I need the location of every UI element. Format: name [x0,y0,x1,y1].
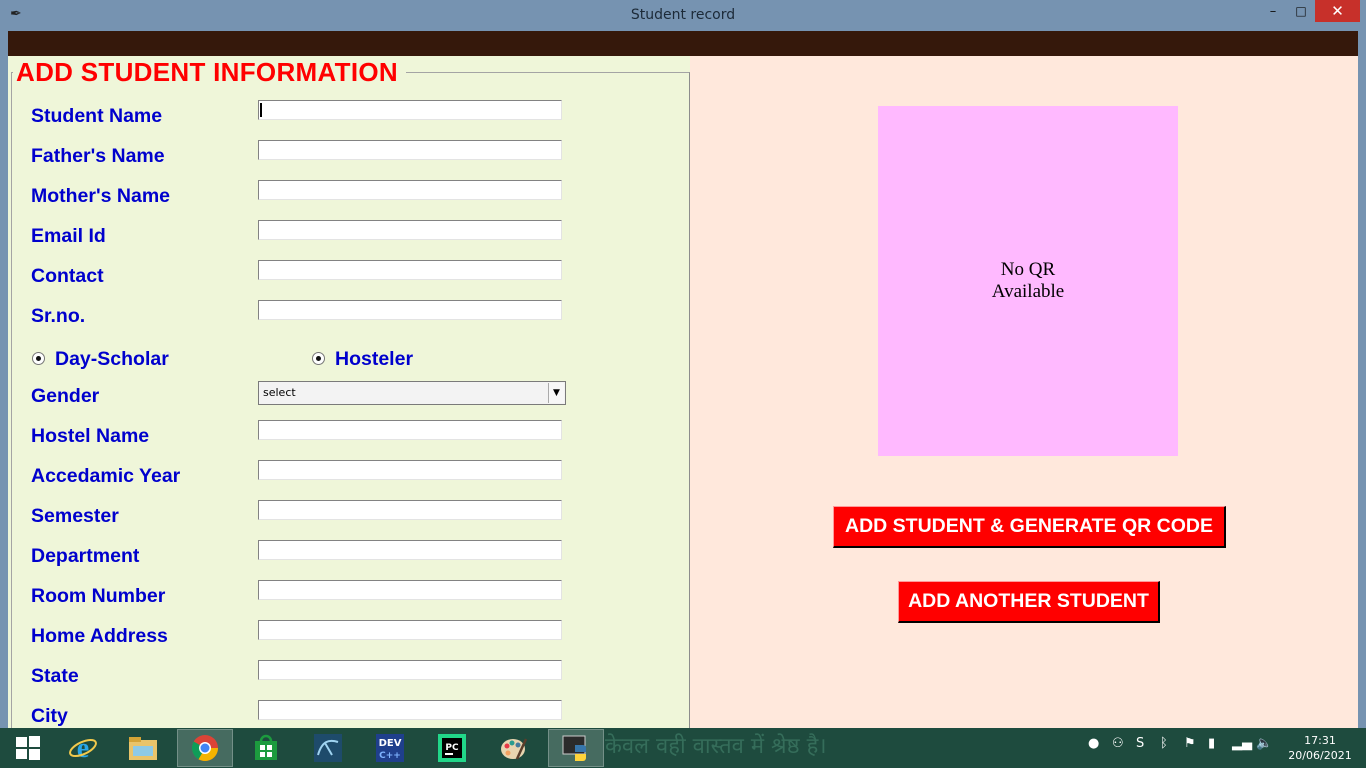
qr-panel: No QR Available ADD STUDENT & GENERATE Q… [690,56,1358,728]
svg-text:C++: C++ [379,751,401,761]
menu-bar [8,31,1358,56]
close-button[interactable]: ✕ [1315,0,1360,22]
window-frame-right [1358,31,1366,728]
department-input[interactable] [258,540,562,560]
contact-input[interactable] [258,260,562,280]
signal-icon[interactable]: ▂▄ [1232,736,1252,751]
day-scholar-radio[interactable] [32,352,45,365]
student-name-input[interactable] [258,100,562,120]
hosteler-label[interactable]: Hosteler [335,348,413,370]
minimize-button[interactable]: – [1259,0,1287,22]
skype-icon[interactable]: S [1136,736,1144,751]
state-label: State [31,665,79,687]
internet-explorer-icon[interactable]: e [55,729,111,767]
semester-label: Semester [31,505,119,527]
mother-name-input[interactable] [258,180,562,200]
father-name-input[interactable] [258,140,562,160]
semester-input[interactable] [258,500,562,520]
contact-label: Contact [31,265,104,287]
state-input[interactable] [258,660,562,680]
paint-icon[interactable] [486,729,542,767]
father-name-label: Father's Name [31,145,165,167]
discord-icon[interactable]: ● [1088,736,1099,751]
student-form-panel: ADD STUDENT INFORMATION Student Name Fat… [8,56,690,732]
svg-text:e: e [77,733,89,763]
qr-status-line1: No QR [1000,259,1056,280]
network-adapter-icon[interactable]: ▮ [1208,736,1215,751]
desktop-wallpaper-text: केवल वही वास्तव में श्रेष्ठ है। [605,734,827,759]
gender-dropdown[interactable]: select ▼ [258,381,566,405]
qr-code-placeholder: No QR Available [878,106,1178,456]
taskbar: केवल वही वास्तव में श्रेष्ठ है। e DEV C++… [0,728,1366,768]
city-label: City [31,705,68,727]
clock-date: 20/06/2021 [1288,749,1352,762]
qr-status-line2: Available [991,281,1065,302]
volume-icon[interactable]: 🔈 [1256,736,1272,751]
bluetooth-icon[interactable]: ᛒ [1160,736,1168,751]
taskbar-clock[interactable]: 17:31 20/06/2021 [1284,733,1356,763]
add-another-student-button[interactable]: ADD ANOTHER STUDENT [898,581,1160,623]
section-title: ADD STUDENT INFORMATION [13,57,406,88]
hosteler-radio[interactable] [312,352,325,365]
python-idle-icon[interactable] [548,729,604,767]
email-label: Email Id [31,225,106,247]
sr-no-label: Sr.no. [31,305,86,327]
store-icon[interactable] [238,729,294,767]
hostel-name-input[interactable] [258,420,562,440]
pycharm-icon[interactable]: PC [424,729,480,767]
text-cursor [260,103,262,117]
windows-start-icon[interactable] [0,729,56,767]
svg-text:DEV: DEV [379,738,402,749]
home-address-label: Home Address [31,625,168,647]
window-frame-left [0,31,8,728]
title-bar: ✒ Student record – □ ✕ [0,0,1366,31]
hostel-name-label: Hostel Name [31,425,150,447]
add-student-generate-qr-button[interactable]: ADD STUDENT & GENERATE QR CODE [833,506,1226,548]
people-icon[interactable]: ⚇ [1112,736,1124,751]
home-address-input[interactable] [258,620,562,640]
email-input[interactable] [258,220,562,240]
department-label: Department [31,545,140,567]
city-input[interactable] [258,700,562,720]
room-number-input[interactable] [258,580,562,600]
svg-text:PC: PC [445,743,459,753]
mother-name-label: Mother's Name [31,185,171,207]
day-scholar-label[interactable]: Day-Scholar [55,348,169,370]
room-number-label: Room Number [31,585,166,607]
sr-no-input[interactable] [258,300,562,320]
student-name-label: Student Name [31,105,163,127]
academic-year-label: Accedamic Year [31,465,181,487]
gender-label: Gender [31,385,100,407]
flag-icon[interactable]: ⚑ [1184,736,1196,751]
file-explorer-icon[interactable] [115,729,171,767]
window-title: Student record [630,7,736,23]
chrome-icon[interactable] [177,729,233,767]
academic-year-input[interactable] [258,460,562,480]
maximize-button[interactable]: □ [1287,0,1315,22]
mysql-workbench-icon[interactable] [300,729,356,767]
qr-status-text: No QR Available [992,259,1064,303]
dev-cpp-icon[interactable]: DEV C++ [362,729,418,767]
clock-time: 17:31 [1304,734,1336,747]
chevron-down-icon[interactable]: ▼ [548,383,564,403]
gender-selected-value: select [263,386,296,399]
